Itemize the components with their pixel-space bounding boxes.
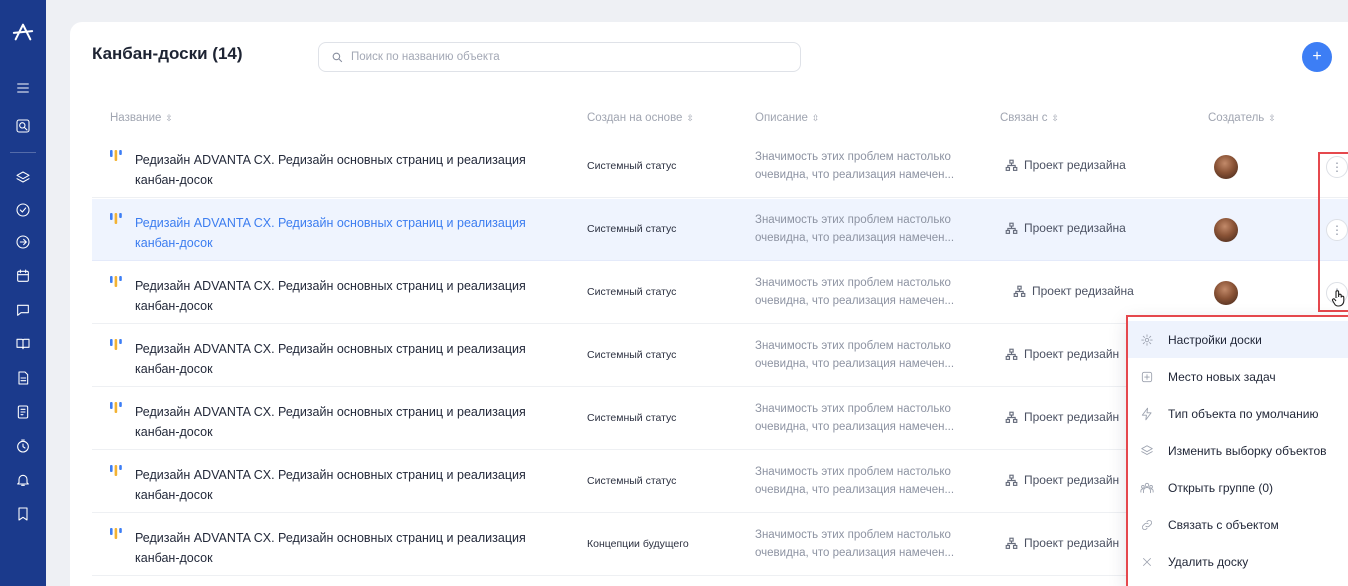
close-icon xyxy=(1143,557,1151,566)
kanban-board-icon xyxy=(109,149,123,163)
based-on-cell: Системный статус xyxy=(587,412,677,424)
avatar xyxy=(1214,155,1238,179)
description-cell: Значимость этих проблем настолько очевид… xyxy=(755,466,955,496)
layers-icon[interactable] xyxy=(0,164,46,192)
calendar-icon[interactable] xyxy=(0,262,46,290)
menu-icon[interactable] xyxy=(0,74,46,102)
kanban-board-icon xyxy=(109,401,123,415)
board-name-link[interactable]: Редизайн ADVANTA CX. Редизайн основных с… xyxy=(135,465,565,505)
hierarchy-icon xyxy=(1005,474,1018,486)
check-circle-icon[interactable] xyxy=(0,196,46,224)
linked-project[interactable]: Проект редизайн xyxy=(1005,347,1119,361)
lightning-icon xyxy=(1141,407,1152,420)
linked-project[interactable]: Проект редизайн xyxy=(1005,410,1119,424)
kanban-board-icon xyxy=(109,338,123,352)
column-header-description[interactable]: Описание ⇳ xyxy=(755,112,819,124)
search-icon xyxy=(332,52,343,62)
based-on-cell: Системный статус xyxy=(587,349,677,361)
menu-item-link-object[interactable]: Связать с объектом xyxy=(1128,506,1348,543)
avatar xyxy=(1214,281,1238,305)
sort-icon: ⇳ xyxy=(686,112,695,123)
chat-icon[interactable] xyxy=(0,296,46,324)
based-on-cell: Системный статус xyxy=(587,223,677,235)
file-list-icon[interactable] xyxy=(0,398,46,426)
board-name-link[interactable]: Редизайн ADVANTA CX. Редизайн основных с… xyxy=(135,528,565,568)
sort-icon: ⇳ xyxy=(1268,112,1276,123)
column-header-creator[interactable]: Создатель ⇳ xyxy=(1208,112,1276,124)
page-title: Канбан-доски (14) xyxy=(92,44,243,63)
hierarchy-icon xyxy=(1005,222,1018,234)
more-options-button[interactable]: ⋮ xyxy=(1326,156,1348,178)
based-on-cell: Системный статус xyxy=(587,286,677,298)
based-on-cell: Системный статус xyxy=(587,475,677,487)
board-name-link[interactable]: Редизайн ADVANTA CX. Редизайн основных с… xyxy=(135,339,565,379)
description-cell: Значимость этих проблем настолько очевид… xyxy=(755,214,955,244)
board-actions-menu: Настройки доски Место новых задач Тип об… xyxy=(1126,315,1348,586)
search-box[interactable] xyxy=(318,42,801,72)
more-options-button[interactable]: ⋮ xyxy=(1326,219,1348,241)
link-icon xyxy=(1142,519,1152,530)
linked-project[interactable]: Проект редизайна xyxy=(1013,284,1134,298)
kanban-board-icon xyxy=(109,527,123,541)
description-cell: Значимость этих проблем настолько очевид… xyxy=(755,529,955,559)
based-on-cell: Концепции будущего xyxy=(587,538,689,550)
kanban-board-icon xyxy=(109,275,123,289)
sidebar xyxy=(0,0,46,586)
hierarchy-icon xyxy=(1005,537,1018,549)
hand-cursor-icon xyxy=(1331,290,1345,307)
table-row[interactable]: Редизайн ADVANTA CX. Редизайн основных с… xyxy=(92,199,1348,261)
menu-item-board-settings[interactable]: Настройки доски xyxy=(1128,321,1348,358)
kanban-board-icon xyxy=(109,212,123,226)
sort-icon: ⇳ xyxy=(1051,112,1060,123)
gear-icon xyxy=(1141,333,1153,346)
kanban-board-icon xyxy=(109,464,123,478)
hierarchy-icon xyxy=(1005,159,1018,171)
menu-item-new-task-place[interactable]: Место новых задач xyxy=(1128,358,1348,395)
based-on-cell: Системный статус xyxy=(587,160,677,172)
linked-project[interactable]: Проект редизайна xyxy=(1005,221,1126,235)
logo-icon[interactable] xyxy=(0,18,46,46)
arrow-circle-icon[interactable] xyxy=(0,228,46,256)
description-cell: Значимость этих проблем настолько очевид… xyxy=(755,403,955,433)
search-input[interactable] xyxy=(351,51,791,63)
bookmark-icon[interactable] xyxy=(0,500,46,528)
linked-project[interactable]: Проект редизайн xyxy=(1005,473,1119,487)
avatar xyxy=(1214,218,1238,242)
menu-item-delete-board[interactable]: Удалить доску xyxy=(1128,543,1348,580)
board-name-link[interactable]: Редизайн ADVANTA CX. Редизайн основных с… xyxy=(135,276,565,316)
column-header-based-on[interactable]: Создан на основе ⇳ xyxy=(587,112,694,124)
search-icon[interactable] xyxy=(0,112,46,140)
hierarchy-icon xyxy=(1005,411,1018,423)
description-cell: Значимость этих проблем настолько очевид… xyxy=(755,151,955,181)
layers-icon xyxy=(1141,444,1153,455)
sidebar-divider xyxy=(10,152,36,153)
linked-project[interactable]: Проект редизайн xyxy=(1005,536,1119,550)
description-cell: Значимость этих проблем настолько очевид… xyxy=(755,340,955,370)
hierarchy-icon xyxy=(1005,348,1018,360)
menu-item-default-object-type[interactable]: Тип объекта по умолчанию xyxy=(1128,395,1348,432)
document-icon[interactable] xyxy=(0,364,46,392)
group-icon xyxy=(1140,482,1154,493)
sort-icon: ⇳ xyxy=(811,112,820,123)
hierarchy-icon xyxy=(1013,285,1026,297)
plus-square-icon xyxy=(1141,371,1153,382)
add-board-button[interactable]: + xyxy=(1302,42,1332,72)
sort-icon: ⇳ xyxy=(165,112,173,123)
column-header-name[interactable]: Название ⇳ xyxy=(110,112,173,124)
menu-item-change-selection[interactable]: Изменить выборку объектов xyxy=(1128,432,1348,469)
bell-icon[interactable] xyxy=(0,466,46,494)
board-name-link[interactable]: Редизайн ADVANTA CX. Редизайн основных с… xyxy=(135,213,565,253)
table-row[interactable]: Редизайн ADVANTA CX. Редизайн основных с… xyxy=(92,136,1348,198)
column-header-linked[interactable]: Связан с ⇳ xyxy=(1000,112,1059,124)
linked-project[interactable]: Проект редизайна xyxy=(1005,158,1126,172)
menu-item-open-group[interactable]: Открыть группе (0) xyxy=(1128,469,1348,506)
description-cell: Значимость этих проблем настолько очевид… xyxy=(755,277,955,307)
book-icon[interactable] xyxy=(0,330,46,358)
timer-icon[interactable] xyxy=(0,432,46,460)
board-name-link[interactable]: Редизайн ADVANTA CX. Редизайн основных с… xyxy=(135,402,565,442)
board-name-link[interactable]: Редизайн ADVANTA CX. Редизайн основных с… xyxy=(135,150,565,190)
